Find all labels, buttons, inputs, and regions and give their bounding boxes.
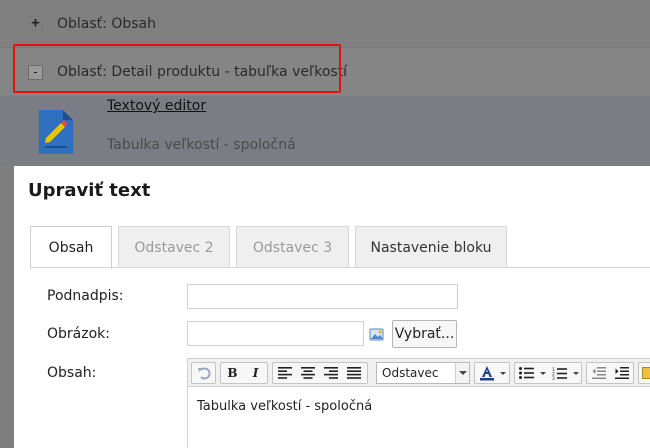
format-select[interactable]: Odstavec [376, 362, 470, 384]
highlight-rectangle [13, 44, 341, 93]
modal-title: Upraviť text [28, 180, 151, 201]
chevron-down-icon [455, 363, 469, 383]
text-editor-document-icon [39, 110, 73, 154]
format-select-value: Odstavec [382, 366, 439, 380]
align-justify-icon[interactable] [342, 363, 365, 383]
indent-group [586, 362, 634, 384]
expand-icon[interactable]: + [28, 16, 43, 31]
editor-toolbar: B I Odstavec 1 2 3 [188, 359, 650, 387]
modal-tabs: Obsah Odstavec 2 Odstavec 3 Nastavenie b… [30, 226, 513, 269]
bullet-list-dropdown-icon[interactable] [538, 363, 548, 383]
tab-odstavec-3[interactable]: Odstavec 3 [236, 226, 349, 268]
svg-text:3: 3 [552, 376, 555, 380]
tab-divider [30, 267, 650, 268]
italic-icon[interactable]: I [244, 363, 267, 383]
image-tool-icon[interactable] [639, 363, 650, 383]
bold-italic-group: B I [220, 362, 268, 384]
block-subtitle: Tabulka veľkostí - spoločná [107, 137, 296, 153]
image-label: Obrázok: [47, 326, 110, 342]
image-input[interactable] [187, 321, 364, 346]
tab-obsah[interactable]: Obsah [30, 226, 112, 269]
align-right-icon[interactable] [319, 363, 342, 383]
editor-content[interactable]: Tabulka veľkostí - spoločná [197, 399, 372, 414]
bullet-list-icon[interactable] [515, 363, 538, 383]
list-group: 123 [514, 362, 582, 384]
font-color-group [474, 362, 510, 384]
tab-odstavec-2[interactable]: Odstavec 2 [118, 226, 230, 268]
align-center-icon[interactable] [296, 363, 319, 383]
numbered-list-icon[interactable]: 123 [548, 363, 571, 383]
outdent-icon[interactable] [587, 363, 610, 383]
font-color-icon[interactable] [475, 363, 498, 383]
subtitle-input[interactable] [187, 284, 458, 309]
area-obsah-label: Oblasť: Obsah [57, 15, 156, 32]
select-image-button[interactable]: Vybrať... [392, 320, 457, 348]
undo-group [191, 362, 216, 384]
align-left-icon[interactable] [273, 363, 296, 383]
undo-icon[interactable] [192, 363, 215, 383]
align-group [272, 362, 368, 384]
tab-nastavenie-bloku[interactable]: Nastavenie bloku [355, 226, 507, 268]
bold-icon[interactable]: B [221, 363, 244, 383]
more-tools-group [638, 362, 650, 384]
area-obsah-row[interactable]: + Oblasť: Obsah [0, 0, 650, 48]
edit-text-modal: Upraviť text Obsah Odstavec 2 Odstavec 3… [14, 166, 650, 448]
subtitle-label: Podnadpis: [47, 288, 124, 304]
content-label: Obsah: [47, 365, 97, 381]
block-row [0, 96, 650, 166]
rich-text-editor[interactable]: B I Odstavec 1 2 3 Tabulka veľkostí - sp… [187, 358, 650, 448]
numbered-list-dropdown-icon[interactable] [571, 363, 581, 383]
font-color-dropdown-icon[interactable] [498, 363, 508, 383]
image-picker-icon[interactable] [369, 327, 385, 343]
indent-icon[interactable] [610, 363, 633, 383]
block-title-link[interactable]: Textový editor [107, 98, 206, 114]
